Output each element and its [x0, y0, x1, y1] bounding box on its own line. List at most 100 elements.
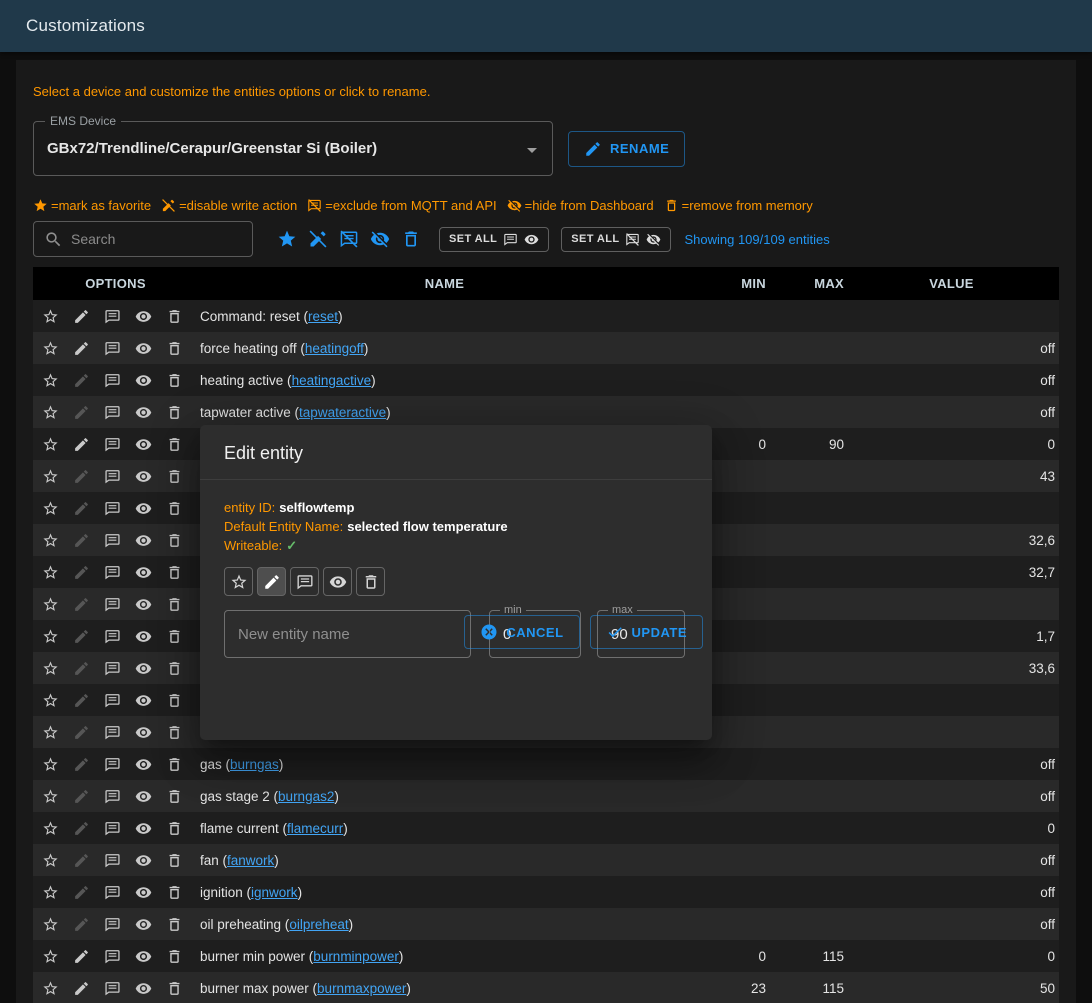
comment-toggle[interactable]	[104, 884, 121, 901]
comment-toggle[interactable]	[104, 596, 121, 613]
delete-toggle[interactable]	[166, 916, 183, 933]
search-input[interactable]	[71, 231, 242, 247]
eye-toggle[interactable]	[323, 567, 352, 596]
star-border-toggle[interactable]	[224, 567, 253, 596]
eye-toggle[interactable]	[135, 692, 152, 709]
edit-toggle[interactable]	[73, 884, 90, 901]
edit-toggle[interactable]	[73, 564, 90, 581]
edit-toggle[interactable]	[73, 628, 90, 645]
delete-toggle[interactable]	[166, 564, 183, 581]
eye-toggle[interactable]	[135, 564, 152, 581]
star-border-toggle[interactable]	[42, 916, 59, 933]
entity-link[interactable]: oilpreheat	[289, 917, 348, 932]
edit-off-filter-button[interactable]	[308, 229, 328, 249]
set-all-button-1[interactable]: SET ALL	[439, 227, 549, 252]
delete-toggle[interactable]	[166, 692, 183, 709]
entity-link[interactable]: burnmaxpower	[317, 981, 406, 996]
entity-link[interactable]: flamecurr	[287, 821, 343, 836]
delete-toggle[interactable]	[166, 404, 183, 421]
comment-toggle[interactable]	[104, 436, 121, 453]
entity-link[interactable]: heatingoff	[305, 341, 364, 356]
star-border-toggle[interactable]	[42, 884, 59, 901]
star-border-toggle[interactable]	[42, 372, 59, 389]
delete-toggle[interactable]	[166, 436, 183, 453]
eye-toggle[interactable]	[135, 436, 152, 453]
eye-toggle[interactable]	[135, 500, 152, 517]
delete-toggle[interactable]	[166, 372, 183, 389]
edit-toggle[interactable]	[73, 500, 90, 517]
entity-link[interactable]: fanwork	[227, 853, 274, 868]
delete-toggle[interactable]	[166, 660, 183, 677]
star-border-toggle[interactable]	[42, 820, 59, 837]
comment-toggle[interactable]	[104, 852, 121, 869]
star-border-toggle[interactable]	[42, 852, 59, 869]
comment-toggle[interactable]	[104, 660, 121, 677]
comment-toggle[interactable]	[104, 948, 121, 965]
comment-toggle[interactable]	[104, 724, 121, 741]
edit-toggle[interactable]	[73, 308, 90, 325]
entity-link[interactable]: burngas	[230, 757, 279, 772]
eye-toggle[interactable]	[135, 820, 152, 837]
eye-toggle[interactable]	[135, 596, 152, 613]
comment-toggle[interactable]	[104, 372, 121, 389]
star-border-toggle[interactable]	[42, 692, 59, 709]
edit-toggle[interactable]	[73, 756, 90, 773]
edit-toggle[interactable]	[73, 436, 90, 453]
entity-link[interactable]: reset	[308, 309, 338, 324]
star-border-toggle[interactable]	[42, 980, 59, 997]
delete-toggle[interactable]	[166, 852, 183, 869]
star-border-toggle[interactable]	[42, 628, 59, 645]
comment-toggle[interactable]	[104, 532, 121, 549]
edit-toggle[interactable]	[73, 372, 90, 389]
comment-toggle[interactable]	[104, 756, 121, 773]
delete-toggle[interactable]	[166, 980, 183, 997]
comment-toggle[interactable]	[104, 404, 121, 421]
delete-toggle[interactable]	[356, 567, 385, 596]
edit-toggle[interactable]	[73, 788, 90, 805]
comment-toggle[interactable]	[104, 916, 121, 933]
star-border-toggle[interactable]	[42, 500, 59, 517]
star-border-toggle[interactable]	[42, 308, 59, 325]
comment-toggle[interactable]	[104, 500, 121, 517]
star-border-toggle[interactable]	[42, 404, 59, 421]
star-border-toggle[interactable]	[42, 436, 59, 453]
entity-link[interactable]: burnminpower	[313, 949, 399, 964]
new-entity-name-input[interactable]	[225, 611, 470, 657]
eye-toggle[interactable]	[135, 660, 152, 677]
delete-toggle[interactable]	[166, 628, 183, 645]
edit-toggle[interactable]	[73, 852, 90, 869]
delete-toggle[interactable]	[166, 500, 183, 517]
star-border-toggle[interactable]	[42, 340, 59, 357]
edit-toggle[interactable]	[73, 404, 90, 421]
edit-toggle[interactable]	[73, 468, 90, 485]
eye-toggle[interactable]	[135, 948, 152, 965]
ems-device-select[interactable]: EMS Device GBx72/Trendline/Cerapur/Green…	[33, 121, 553, 176]
delete-toggle[interactable]	[166, 596, 183, 613]
delete-toggle[interactable]	[166, 884, 183, 901]
star-filter-button[interactable]	[277, 229, 297, 249]
rename-button[interactable]: RENAME	[568, 131, 685, 167]
eye-toggle[interactable]	[135, 788, 152, 805]
entity-link[interactable]: ignwork	[251, 885, 298, 900]
edit-toggle[interactable]	[73, 724, 90, 741]
eye-toggle[interactable]	[135, 724, 152, 741]
eye-toggle[interactable]	[135, 628, 152, 645]
star-border-toggle[interactable]	[42, 468, 59, 485]
delete-toggle[interactable]	[166, 468, 183, 485]
delete-toggle[interactable]	[166, 532, 183, 549]
edit-toggle[interactable]	[257, 567, 286, 596]
comment-toggle[interactable]	[104, 628, 121, 645]
edit-toggle[interactable]	[73, 916, 90, 933]
eye-toggle[interactable]	[135, 372, 152, 389]
star-border-toggle[interactable]	[42, 788, 59, 805]
comment-toggle[interactable]	[104, 980, 121, 997]
edit-toggle[interactable]	[73, 596, 90, 613]
comment-toggle[interactable]	[104, 308, 121, 325]
delete-toggle[interactable]	[166, 756, 183, 773]
edit-toggle[interactable]	[73, 340, 90, 357]
cancel-button[interactable]: CANCEL	[464, 615, 579, 649]
entity-link[interactable]: burngas2	[278, 789, 334, 804]
comment-toggle[interactable]	[104, 340, 121, 357]
eye-toggle[interactable]	[135, 756, 152, 773]
star-border-toggle[interactable]	[42, 660, 59, 677]
